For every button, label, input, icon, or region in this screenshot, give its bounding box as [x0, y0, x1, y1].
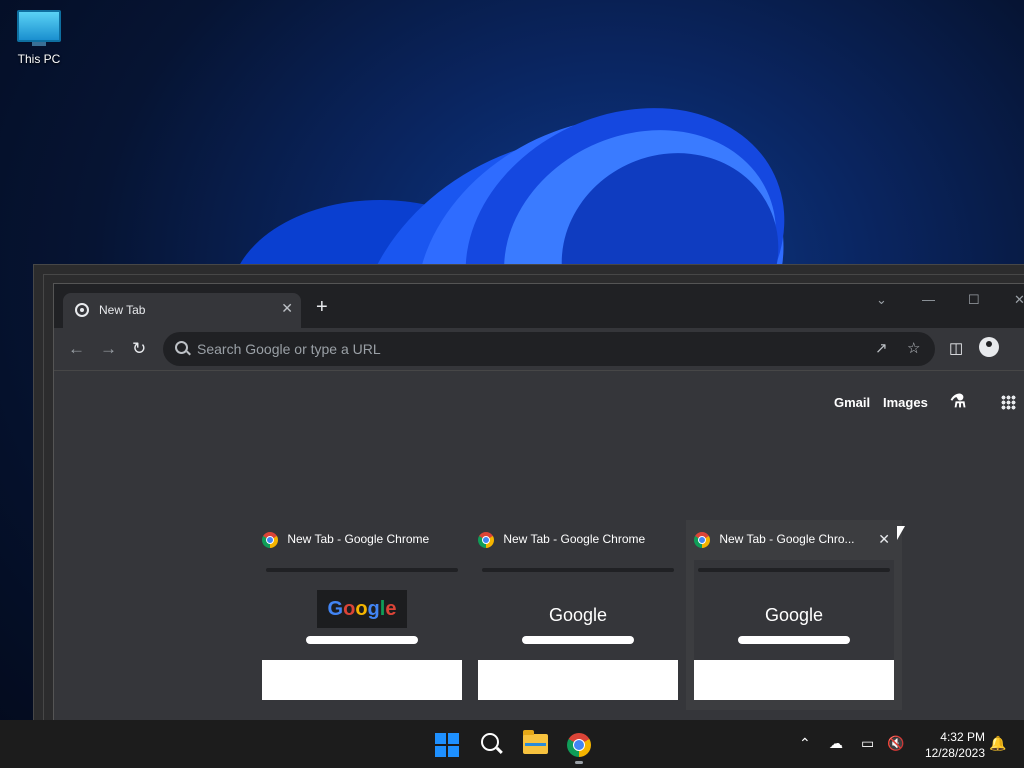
google-logo: Google — [548, 605, 608, 625]
tab-close-icon[interactable]: ✕ — [281, 300, 293, 317]
window-preview: Google — [478, 560, 678, 700]
onedrive-offline-icon[interactable]: ☁ — [829, 735, 843, 752]
tab-search-chevron-icon[interactable]: ⌄ — [876, 292, 887, 308]
tab-strip: New Tab ✕ + ⌄ — ☐ ✕ — [54, 284, 1024, 328]
apps-grid-icon[interactable] — [1001, 395, 1016, 410]
chrome-favicon-icon — [75, 303, 89, 317]
google-logo: Google — [764, 605, 824, 625]
share-icon[interactable]: ↗ — [875, 339, 888, 357]
chrome-icon — [478, 532, 494, 548]
network-icon[interactable]: ▭ — [861, 735, 874, 752]
images-link[interactable]: Images — [883, 395, 928, 410]
taskbar-chrome-button[interactable] — [567, 733, 591, 762]
browser-toolbar: ← → ↻ Search Google or type a URL ↗ ☆ ◫ … — [54, 328, 1024, 371]
side-panel-icon[interactable]: ◫ — [949, 339, 963, 357]
thumbnail-caption: New Tab - Google Chro... — [719, 532, 855, 547]
profile-avatar-icon[interactable] — [979, 337, 999, 357]
taskbar-search-icon[interactable] — [481, 733, 499, 751]
thumbnail-caption: New Tab - Google Chrome — [287, 532, 430, 547]
task-thumbnail-1[interactable]: New Tab - Google Chrome Google — [254, 520, 470, 710]
back-arrow-icon[interactable]: ← — [68, 339, 85, 359]
chrome-icon — [694, 532, 710, 548]
address-placeholder: Search Google or type a URL — [197, 341, 381, 357]
new-tab-button[interactable]: + — [316, 297, 328, 317]
clock-date: 12/28/2023 — [924, 746, 985, 760]
minimize-button[interactable]: — — [922, 292, 935, 307]
wallpaper-bloom — [230, 85, 830, 275]
maximize-button[interactable]: ☐ — [968, 292, 980, 308]
window-preview: Google — [262, 560, 462, 700]
start-windows-icon[interactable] — [435, 733, 459, 757]
mouse-cursor-icon — [897, 526, 905, 540]
address-bar[interactable]: Search Google or type a URL ↗ ☆ — [163, 332, 935, 366]
taskbar: ⌃ ☁ ▭ 🔇 4:32 PM 12/28/2023 🔔 — [0, 720, 1024, 768]
clock-time: 4:32 PM — [940, 730, 985, 744]
close-window-button[interactable]: ✕ — [1014, 292, 1024, 308]
this-pc-label: This PC — [17, 52, 61, 66]
reload-icon[interactable]: ↻ — [132, 339, 146, 359]
close-thumbnail-icon[interactable]: ✕ — [878, 531, 890, 548]
google-doodle: Google — [317, 590, 407, 628]
running-indicator — [575, 761, 583, 764]
search-icon — [175, 341, 188, 354]
notification-bell-icon[interactable]: 🔔 — [989, 735, 1006, 752]
file-explorer-icon[interactable] — [523, 730, 548, 754]
tab-title: New Tab — [99, 303, 146, 317]
forward-arrow-icon[interactable]: → — [100, 339, 117, 359]
labs-flask-icon[interactable]: ⚗ — [950, 391, 966, 412]
window-preview: Google — [694, 560, 894, 700]
this-pc-desktop-icon[interactable]: This PC — [10, 10, 68, 66]
tab-new-tab[interactable]: New Tab ✕ — [63, 293, 301, 328]
task-thumbnail-2[interactable]: New Tab - Google Chrome Google — [470, 520, 686, 710]
clock[interactable]: 4:32 PM 12/28/2023 — [913, 729, 985, 761]
volume-muted-icon[interactable]: 🔇 — [887, 735, 904, 752]
show-hidden-icons-chevron-icon[interactable]: ⌃ — [799, 735, 811, 752]
chrome-icon — [262, 532, 278, 548]
bookmark-star-icon[interactable]: ☆ — [907, 339, 920, 357]
chrome-icon — [567, 733, 591, 757]
gmail-link[interactable]: Gmail — [834, 395, 870, 410]
menu-kebab-icon[interactable]: ⋮ — [1018, 339, 1024, 357]
thumbnail-caption: New Tab - Google Chrome — [503, 532, 646, 547]
computer-icon — [17, 10, 61, 42]
task-thumbnail-3[interactable]: New Tab - Google Chro... ✕ Google — [686, 520, 902, 710]
